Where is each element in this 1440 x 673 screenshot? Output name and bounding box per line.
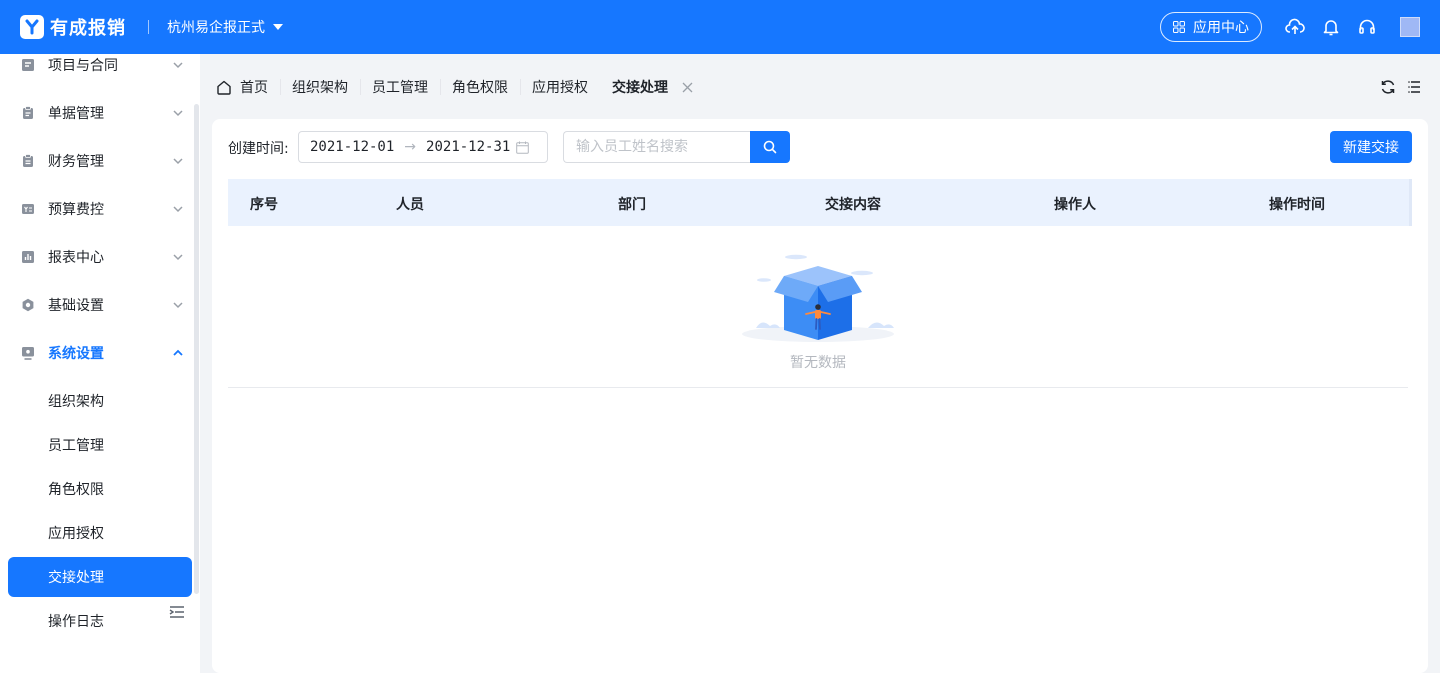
chevron-down-icon bbox=[173, 158, 183, 165]
project-icon bbox=[22, 59, 34, 71]
sidebar-item-system-settings[interactable]: 系统设置 bbox=[0, 331, 200, 375]
chevron-up-icon bbox=[173, 349, 183, 356]
sidebar-item-reports[interactable]: 报表中心 bbox=[0, 235, 200, 279]
logo-icon bbox=[20, 15, 44, 39]
sidebar-subitem-label: 应用授权 bbox=[48, 526, 104, 542]
table-header: 序号 人员 部门 交接内容 操作人 操作时间 bbox=[228, 179, 1412, 226]
headset-icon[interactable] bbox=[1350, 18, 1384, 36]
tab-bar: 首页 组织架构 员工管理 角色权限 应用授权 交接处理 bbox=[208, 67, 705, 107]
chart-icon bbox=[22, 251, 34, 263]
tab-label: 首页 bbox=[240, 80, 268, 96]
sidebar-subitem-app-auth[interactable]: 应用授权 bbox=[8, 513, 192, 553]
collapse-sidebar-icon[interactable] bbox=[169, 605, 185, 619]
clipboard-icon bbox=[23, 106, 33, 119]
top-header: 有成报销 杭州易企报正式 应用中心 bbox=[0, 0, 1440, 54]
company-switcher[interactable]: 杭州易企报正式 bbox=[167, 17, 283, 37]
empty-state: 暂无数据 bbox=[228, 226, 1408, 388]
sidebar-item-finance[interactable]: 财务管理 bbox=[0, 139, 200, 183]
search-button[interactable] bbox=[750, 131, 790, 163]
new-handover-button[interactable]: 新建交接 bbox=[1330, 131, 1412, 163]
sidebar-item-label: 财务管理 bbox=[48, 154, 104, 170]
column-header: 交接内容 bbox=[825, 197, 881, 213]
app-center-label: 应用中心 bbox=[1193, 20, 1249, 36]
refresh-icon[interactable] bbox=[1380, 79, 1396, 95]
tab-label: 应用授权 bbox=[532, 80, 588, 96]
tab-label: 员工管理 bbox=[372, 80, 428, 96]
empty-box-illustration bbox=[742, 254, 894, 342]
system-icon bbox=[22, 347, 34, 360]
avatar[interactable] bbox=[1400, 17, 1420, 37]
cloud-upload-icon[interactable] bbox=[1278, 18, 1312, 36]
sidebar-item-label: 项目与合同 bbox=[48, 58, 118, 74]
chevron-down-icon bbox=[173, 62, 183, 69]
column-header: 操作人 bbox=[1054, 197, 1096, 213]
app-center-button[interactable]: 应用中心 bbox=[1160, 12, 1262, 42]
sidebar-item-label: 预算费控 bbox=[48, 202, 104, 218]
arrow-right-icon: → bbox=[404, 139, 417, 155]
sidebar-subitem-handover[interactable]: 交接处理 bbox=[8, 557, 192, 597]
chevron-down-icon bbox=[173, 206, 183, 213]
chevron-down-icon bbox=[173, 254, 183, 261]
created-time-label: 创建时间: bbox=[228, 141, 289, 157]
sidebar-item-documents[interactable]: 单据管理 bbox=[0, 91, 200, 135]
tab-label: 组织架构 bbox=[292, 80, 348, 96]
search-icon bbox=[763, 140, 777, 154]
sidebar-item-label: 报表中心 bbox=[48, 250, 104, 266]
start-date[interactable]: 2021-12-01 bbox=[310, 139, 394, 155]
column-header: 部门 bbox=[618, 197, 646, 213]
empty-state-text: 暂无数据 bbox=[790, 355, 846, 371]
sidebar-subitem-org[interactable]: 组织架构 bbox=[8, 381, 192, 421]
tab-home[interactable]: 首页 bbox=[208, 67, 280, 107]
sidebar-item-label: 基础设置 bbox=[48, 298, 104, 314]
sidebar-subitem-employees[interactable]: 员工管理 bbox=[8, 425, 192, 465]
sidebar-item-budget[interactable]: 预算费控 bbox=[0, 187, 200, 231]
app-name: 有成报销 bbox=[50, 18, 126, 39]
chevron-down-icon bbox=[173, 110, 183, 117]
sidebar-subitem-roles[interactable]: 角色权限 bbox=[8, 469, 192, 509]
date-range-picker[interactable]: 2021-12-01 → 2021-12-31 bbox=[298, 131, 548, 163]
caret-down-icon bbox=[273, 24, 283, 30]
sidebar-item-label: 单据管理 bbox=[48, 106, 104, 122]
home-icon bbox=[217, 80, 231, 95]
tab-label: 角色权限 bbox=[452, 80, 508, 96]
tab-app-auth[interactable]: 应用授权 bbox=[520, 67, 600, 107]
tab-label: 交接处理 bbox=[612, 80, 668, 96]
tab-employees[interactable]: 员工管理 bbox=[360, 67, 440, 107]
tab-handover[interactable]: 交接处理 bbox=[600, 67, 705, 107]
more-menu-icon[interactable] bbox=[1408, 80, 1422, 94]
chevron-down-icon bbox=[173, 302, 183, 309]
column-header: 序号 bbox=[250, 197, 278, 213]
sidebar-subitem-logs[interactable]: 操作日志 bbox=[8, 601, 192, 641]
sidebar-subitem-label: 交接处理 bbox=[48, 570, 104, 586]
close-icon[interactable] bbox=[682, 82, 693, 93]
column-header: 人员 bbox=[396, 197, 424, 213]
sidebar-subitem-label: 组织架构 bbox=[48, 394, 104, 410]
sidebar-subitem-label: 操作日志 bbox=[48, 614, 104, 630]
company-name: 杭州易企报正式 bbox=[167, 20, 265, 36]
bell-icon[interactable] bbox=[1314, 18, 1348, 36]
sidebar-item-basic-settings[interactable]: 基础设置 bbox=[0, 283, 200, 327]
tab-org[interactable]: 组织架构 bbox=[280, 67, 360, 107]
grid-icon bbox=[1173, 21, 1185, 33]
budget-icon bbox=[22, 204, 34, 214]
end-date[interactable]: 2021-12-31 bbox=[426, 139, 510, 155]
calendar-icon bbox=[516, 141, 530, 154]
app-logo[interactable]: 有成报销 bbox=[20, 14, 126, 40]
sidebar-subitem-label: 角色权限 bbox=[48, 482, 104, 498]
header-divider bbox=[148, 20, 149, 34]
sidebar-subitem-label: 员工管理 bbox=[48, 438, 104, 454]
employee-search-input[interactable] bbox=[563, 131, 751, 163]
sidebar-item-projects[interactable]: 项目与合同 bbox=[0, 43, 200, 87]
finance-icon bbox=[23, 154, 33, 167]
tab-roles[interactable]: 角色权限 bbox=[440, 67, 520, 107]
table-header-scrollbar bbox=[1409, 179, 1412, 226]
gear-icon bbox=[22, 298, 34, 312]
sidebar-item-label: 系统设置 bbox=[48, 346, 104, 362]
column-header: 操作时间 bbox=[1269, 197, 1325, 213]
